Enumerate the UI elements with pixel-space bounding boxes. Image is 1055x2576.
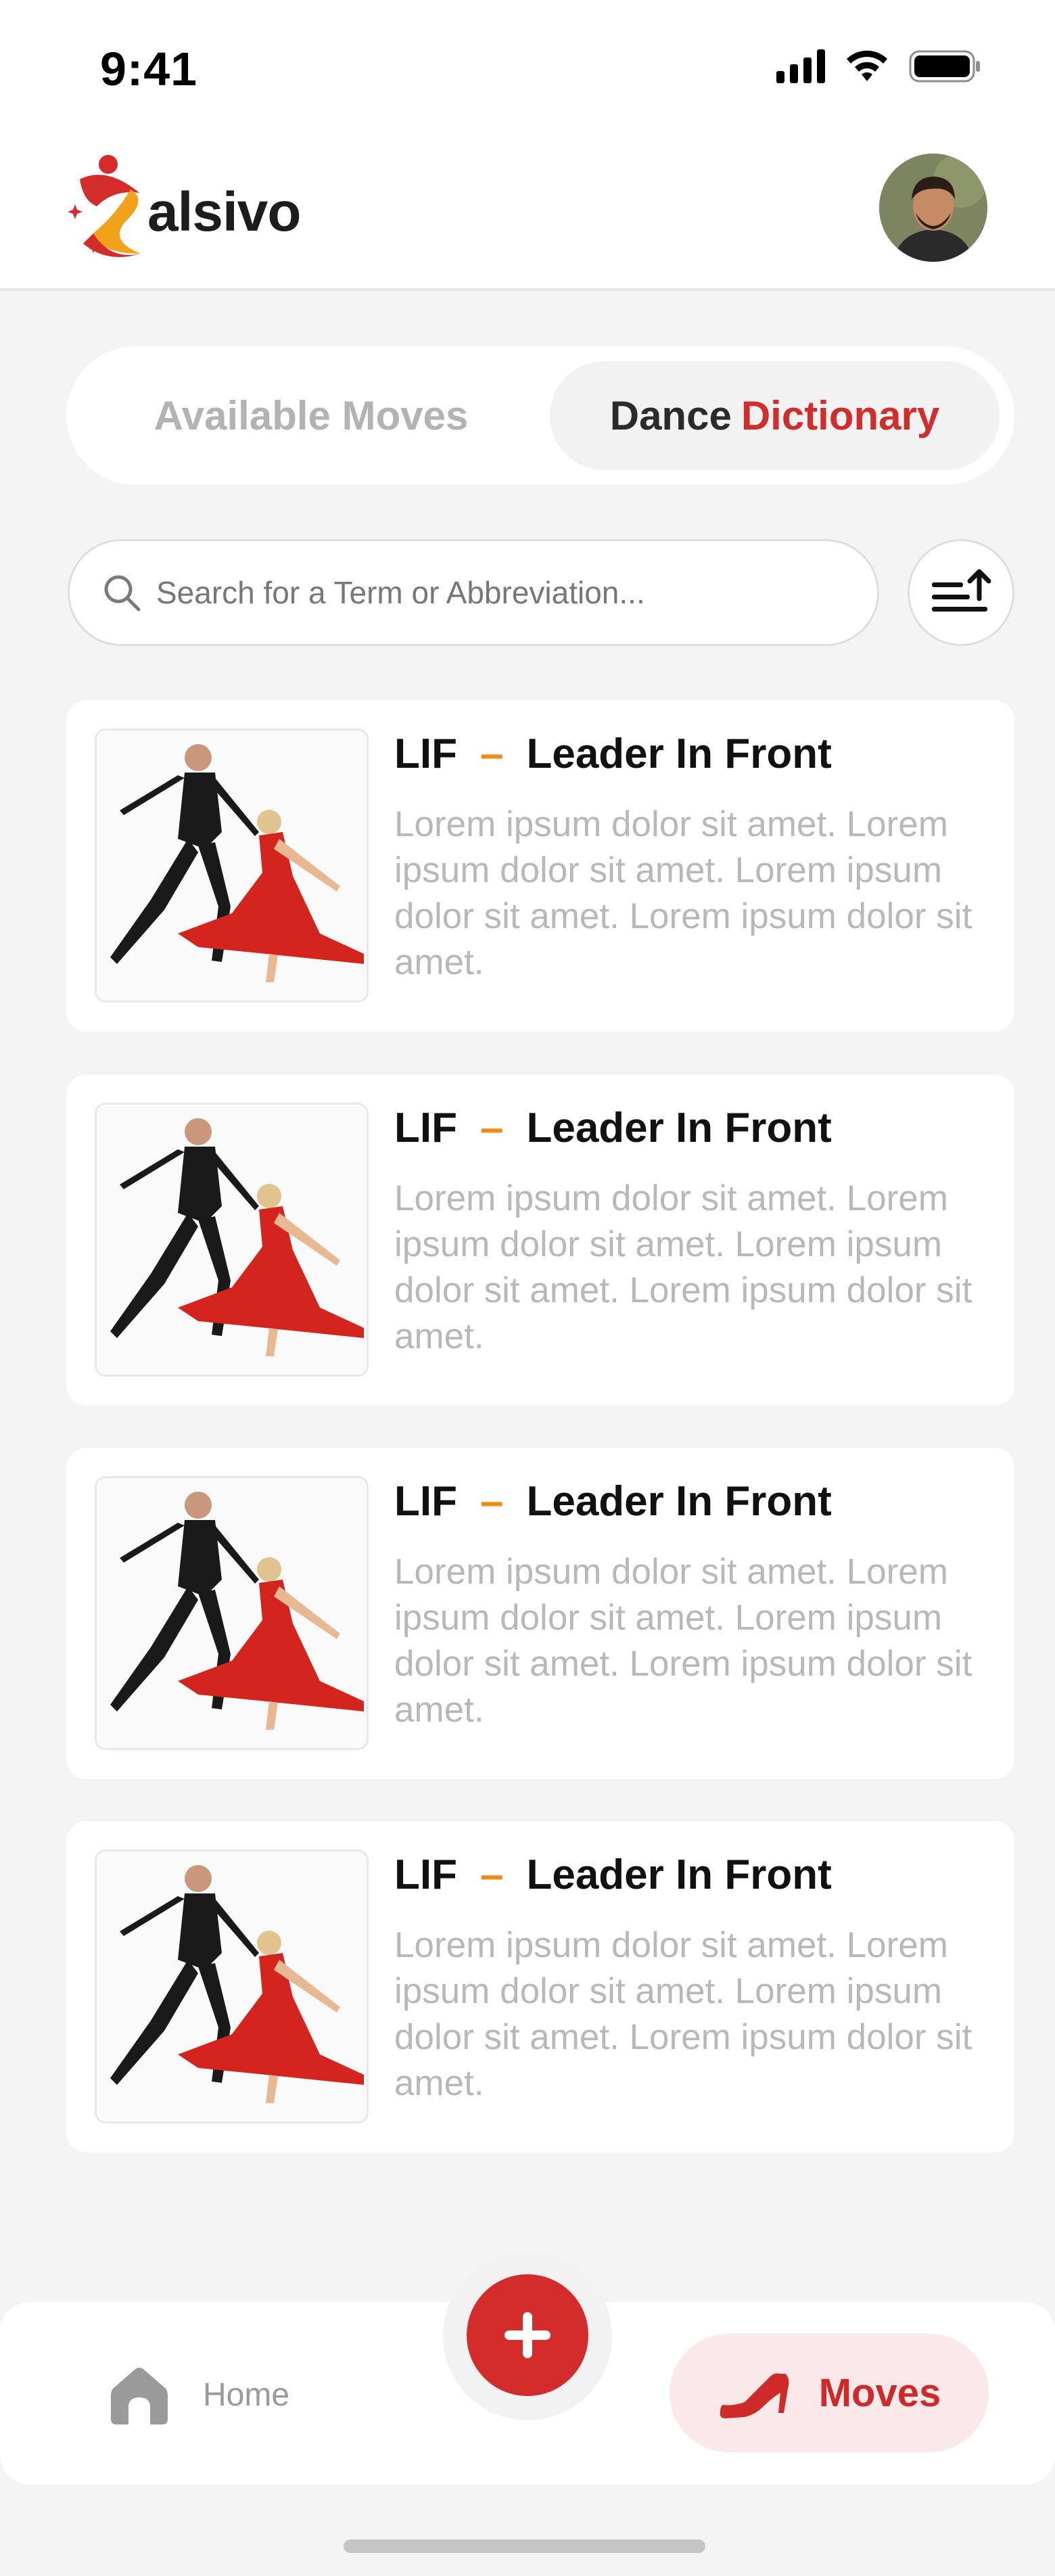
nav-home[interactable]: Home xyxy=(108,2354,289,2435)
dance-thumbnail-image xyxy=(95,1849,369,2123)
term-abbreviation: LIF xyxy=(394,1105,457,1151)
tab-available-moves-label: Available Moves xyxy=(154,393,469,438)
dance-thumbnail-image xyxy=(95,729,369,1003)
card-description: Lorem ipsum dolor sit amet. Lorem ipsum … xyxy=(394,1178,972,1356)
salsivo-logo[interactable]: alsivo xyxy=(66,152,323,260)
card-title: LIF – Leader In Front xyxy=(394,1851,832,1899)
search-input[interactable] xyxy=(156,574,866,611)
tab-dance-word: Dance xyxy=(609,393,732,438)
status-time: 9:41 xyxy=(100,43,198,95)
segmented-tabs: Available Moves Dance Dictionary xyxy=(66,346,1014,485)
cellular-signal-icon xyxy=(776,49,825,83)
term-name: Leader In Front xyxy=(526,1478,832,1525)
term-name: Leader In Front xyxy=(526,1105,832,1151)
sort-ascending-icon xyxy=(932,569,991,612)
term-abbreviation: LIF xyxy=(394,1852,457,1898)
nav-home-label: Home xyxy=(203,2376,290,2413)
dance-thumbnail-image xyxy=(95,1103,369,1377)
sort-button[interactable] xyxy=(908,539,1014,646)
title-dash: – xyxy=(479,1105,504,1151)
app-header: alsivo xyxy=(0,125,1055,291)
tab-dance-dictionary[interactable]: Dance Dictionary xyxy=(550,361,1000,470)
logo-text: alsivo xyxy=(147,181,301,243)
dictionary-card[interactable]: LIF – Leader In Front Lorem ipsum dolor si… xyxy=(66,700,1014,1032)
add-button[interactable] xyxy=(467,2274,588,2396)
dictionary-card[interactable]: LIF – Leader In Front Lorem ipsum dolor si… xyxy=(66,1821,1014,2153)
plus-icon xyxy=(505,2312,550,2358)
status-bar: 9:41 xyxy=(0,0,1055,125)
nav-moves-label: Moves xyxy=(818,2371,941,2415)
tab-available-moves[interactable]: Available Moves xyxy=(81,361,541,470)
tab-dictionary-word: Dictionary xyxy=(741,393,940,438)
term-name: Leader In Front xyxy=(526,1852,832,1898)
title-dash: – xyxy=(479,731,504,777)
home-indicator xyxy=(344,2539,705,2553)
user-avatar[interactable] xyxy=(879,154,987,262)
dictionary-card[interactable]: LIF – Leader In Front Lorem ipsum dolor si… xyxy=(66,1448,1014,1779)
card-title: LIF – Leader In Front xyxy=(394,1104,832,1152)
title-dash: – xyxy=(479,1852,504,1898)
card-description: Lorem ipsum dolor sit amet. Lorem ipsum … xyxy=(394,1925,972,2103)
dictionary-card[interactable]: LIF – Leader In Front Lorem ipsum dolor si… xyxy=(66,1074,1014,1406)
card-title: LIF – Leader In Front xyxy=(394,1477,832,1525)
term-abbreviation: LIF xyxy=(394,731,457,777)
battery-icon xyxy=(909,50,980,83)
home-icon xyxy=(111,2368,168,2424)
high-heel-icon xyxy=(720,2373,789,2418)
card-title: LIF – Leader In Front xyxy=(394,730,832,778)
search-icon xyxy=(104,575,141,612)
nav-moves[interactable]: Moves xyxy=(670,2334,989,2452)
term-abbreviation: LIF xyxy=(394,1478,457,1525)
wifi-icon xyxy=(847,50,887,81)
card-description: Lorem ipsum dolor sit amet. Lorem ipsum … xyxy=(394,804,972,982)
card-description: Lorem ipsum dolor sit amet. Lorem ipsum … xyxy=(394,1552,972,1730)
title-dash: – xyxy=(479,1478,504,1525)
dance-thumbnail-image xyxy=(95,1476,369,1750)
search-bar xyxy=(68,539,879,646)
term-name: Leader In Front xyxy=(526,731,832,777)
status-icons xyxy=(776,49,982,84)
